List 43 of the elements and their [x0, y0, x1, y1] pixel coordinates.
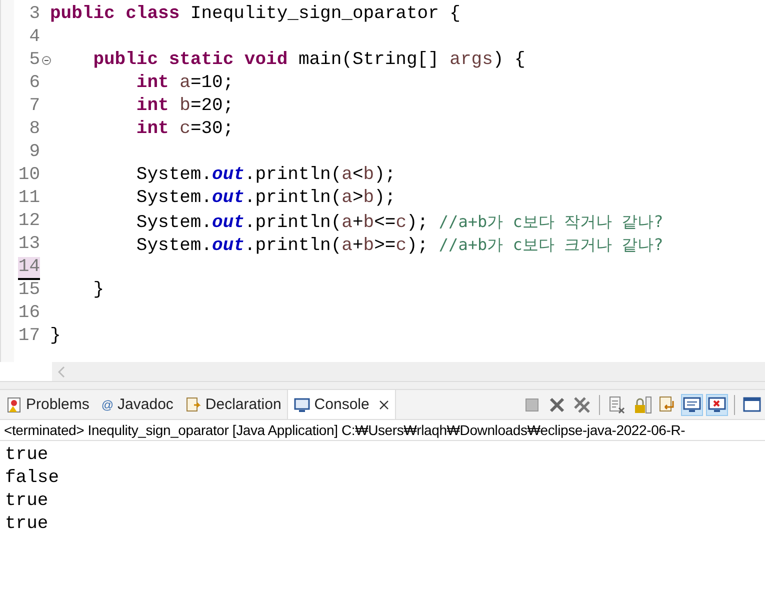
view-tab[interactable]: @ Javadoc [95, 390, 180, 419]
monitor-error-icon[interactable] [706, 394, 728, 416]
code-line: public static void main(String[] args) { [92, 50, 526, 70]
code-line: System.out.println(a+b<=c); //a+b가 c보다 작거나 같나? [135, 213, 664, 233]
line-number: 13 [18, 234, 40, 255]
line-number: 15 [18, 280, 40, 301]
code-line: } [92, 280, 104, 300]
line-number: 16 [18, 303, 40, 324]
line-number: 9 [29, 142, 40, 163]
line-number: 12 [18, 211, 40, 232]
console-output-line: true [5, 445, 48, 465]
collapse-icon[interactable] [42, 56, 51, 65]
code-line: public class Inequlity_sign_oparator { [50, 4, 460, 24]
code-line: int c=30; [135, 119, 234, 139]
line-number: 3 [29, 4, 40, 25]
line-number: 14 [18, 257, 40, 280]
declaration-icon [185, 396, 202, 412]
code-line: System.out.println(a<b); [135, 165, 396, 185]
line-number: 6 [29, 73, 40, 94]
line-number: 5 [29, 50, 40, 71]
line-number: 11 [18, 188, 40, 209]
monitor-icon [294, 396, 310, 412]
code-line: System.out.println(a+b>=c); //a+b가 c보다 크거나 같나? [135, 236, 664, 256]
view-tab[interactable]: Console [287, 390, 396, 419]
line-number: 10 [18, 165, 40, 186]
line-number: 4 [29, 27, 40, 48]
line-number: 7 [29, 96, 40, 117]
monitor-icon[interactable] [681, 394, 703, 416]
code-line: System.out.println(a>b); [135, 188, 396, 208]
problems-icon [6, 396, 22, 412]
console-output-line: true [5, 491, 48, 511]
code-line: int a=10; [135, 73, 234, 93]
line-number: 17 [18, 326, 40, 347]
close-icon[interactable] [379, 400, 390, 410]
console-output-line: false [5, 468, 60, 488]
code-line: } [50, 326, 61, 346]
view-tab[interactable]: Problems [0, 390, 96, 419]
console-output-line: true [5, 514, 48, 534]
code-line: int b=20; [135, 96, 234, 116]
line-number: 8 [29, 119, 40, 140]
at-sign-icon: @ [101, 398, 114, 412]
console-title: <terminated> Inequlity_sign_oparator [Java Application] C:₩Users₩rlaqh₩Downloads₩eclipse-java-2022-06-R- [0, 420, 765, 441]
view-tab[interactable]: Declaration [179, 390, 288, 419]
